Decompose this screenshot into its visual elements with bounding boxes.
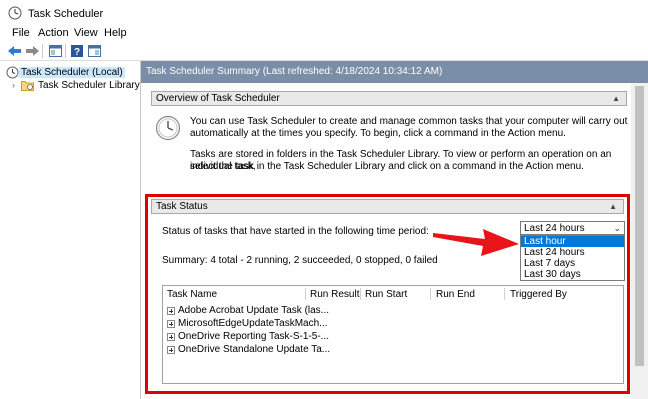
task-name: MicrosoftEdgeUpdateTaskMach...: [178, 318, 328, 329]
time-period-label: Status of tasks that have started in the…: [162, 226, 429, 237]
clock-icon: [6, 66, 19, 78]
column-run-result[interactable]: Run Result: [310, 289, 359, 300]
collapse-icon[interactable]: ▲: [612, 92, 620, 105]
expand-icon[interactable]: [167, 319, 175, 328]
expand-icon[interactable]: [167, 332, 175, 341]
table-row[interactable]: OneDrive Standalone Update Ta...: [167, 343, 330, 356]
overview-section-header[interactable]: Overview of Task Scheduler ▲: [151, 91, 627, 106]
column-divider: [305, 288, 306, 300]
overview-line-1: You can use Task Scheduler to create and…: [190, 116, 628, 127]
table-row[interactable]: MicrosoftEdgeUpdateTaskMach...: [167, 317, 328, 330]
summary-header: Task Scheduler Summary (Last refreshed: …: [141, 61, 648, 83]
help-icon[interactable]: ?: [69, 43, 85, 59]
option-last-hour[interactable]: Last hour: [521, 236, 624, 247]
column-run-end[interactable]: Run End: [436, 289, 475, 300]
forward-icon[interactable]: [24, 43, 40, 59]
time-period-dropdown[interactable]: Last 24 hours ⌄: [520, 221, 625, 235]
menu-action[interactable]: Action: [36, 27, 71, 39]
task-name: Adobe Acrobat Update Task (las...: [178, 305, 330, 316]
column-divider: [504, 288, 505, 300]
folder-icon: [21, 81, 34, 91]
task-name: OneDrive Reporting Task-S-1-5-...: [178, 331, 329, 342]
menu-bar: File Action View Help: [0, 26, 648, 42]
column-triggered-by[interactable]: Triggered By: [510, 289, 567, 300]
tree-label: Task Scheduler Library: [38, 79, 140, 91]
chevron-right-icon[interactable]: ›: [12, 80, 21, 90]
task-status-grid: Task Name Run Result Run Start Run End T…: [162, 285, 624, 384]
column-divider: [360, 288, 361, 300]
dropdown-selected: Last 24 hours: [524, 223, 585, 234]
console-tree: Task Scheduler (Local) › Task Scheduler …: [0, 61, 141, 399]
svg-text:?: ?: [74, 47, 80, 57]
expand-icon[interactable]: [167, 306, 175, 315]
window-title: Task Scheduler: [28, 8, 104, 20]
column-divider: [430, 288, 431, 300]
option-last-7-days[interactable]: Last 7 days: [521, 258, 624, 269]
menu-file[interactable]: File: [10, 27, 32, 39]
task-summary: Summary: 4 total - 2 running, 2 succeede…: [162, 255, 438, 266]
toolbar-separator: [65, 44, 66, 58]
task-name: OneDrive Standalone Update Ta...: [178, 344, 331, 355]
tree-label: Task Scheduler (Local): [19, 66, 125, 78]
console-tree-icon[interactable]: [47, 43, 63, 59]
vertical-scrollbar[interactable]: [631, 83, 648, 399]
table-row[interactable]: OneDrive Reporting Task-S-1-5-...: [167, 330, 329, 343]
tree-item-task-scheduler-library[interactable]: › Task Scheduler Library: [12, 78, 142, 92]
task-status-highlight: Task Status ▲ Status of tasks that have …: [145, 194, 630, 394]
show-hide-icon[interactable]: [86, 43, 102, 59]
back-icon[interactable]: [7, 43, 23, 59]
expand-icon[interactable]: [167, 345, 175, 354]
chevron-down-icon[interactable]: ⌄: [613, 223, 621, 234]
overview-title: Overview of Task Scheduler: [156, 93, 280, 104]
toolbar-separator: [42, 44, 43, 58]
collapse-icon[interactable]: ▲: [609, 200, 617, 213]
column-task-name[interactable]: Task Name: [167, 289, 217, 300]
summary-content: Overview of Task Scheduler ▲ You can use…: [141, 83, 648, 399]
column-run-start[interactable]: Run Start: [365, 289, 407, 300]
menu-help[interactable]: Help: [102, 27, 129, 39]
tree-item-task-scheduler-local[interactable]: Task Scheduler (Local): [6, 65, 125, 79]
toolbar: ?: [0, 42, 648, 61]
clock-info-icon: [155, 115, 181, 141]
overview-line-2: automatically at the times you specify. …: [190, 128, 566, 139]
scrollbar-thumb[interactable]: [635, 86, 644, 366]
main-pane: Task Scheduler Summary (Last refreshed: …: [141, 61, 648, 399]
time-period-options: Last hour Last 24 hours Last 7 days Last…: [520, 235, 625, 281]
menu-view[interactable]: View: [72, 27, 100, 39]
task-scheduler-icon: [8, 6, 22, 20]
option-last-30-days[interactable]: Last 30 days: [521, 269, 624, 280]
table-row[interactable]: Adobe Acrobat Update Task (las...: [167, 304, 329, 317]
overview-line-4: select the task in the Task Scheduler Li…: [190, 161, 584, 172]
task-status-section-header[interactable]: Task Status ▲: [151, 199, 624, 214]
option-last-24-hours[interactable]: Last 24 hours: [521, 247, 624, 258]
task-status-title: Task Status: [156, 201, 208, 212]
title-bar: Task Scheduler: [0, 0, 648, 26]
annotation-arrow-icon: [433, 229, 519, 256]
